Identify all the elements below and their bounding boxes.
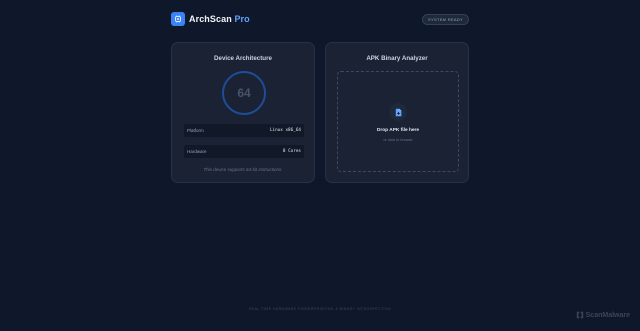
watermark-text: ScanMalware	[585, 311, 630, 319]
platform-row: Platform Linux x86_64	[184, 124, 304, 137]
platform-value: Linux x86_64	[269, 128, 301, 133]
device-architecture-card: Device Architecture 64 Platform Linux x8…	[171, 42, 315, 183]
app-title: ArchScan Pro	[189, 14, 250, 24]
brand: ArchScan Pro	[171, 12, 250, 26]
status-badge: SYSTEM READY	[422, 13, 469, 25]
app-title-suffix: Pro	[234, 14, 250, 24]
browse-link[interactable]: or click to browse	[338, 138, 458, 142]
architecture-gauge: 64	[222, 71, 266, 115]
architecture-bits: 64	[237, 86, 251, 100]
platform-label: Platform	[187, 128, 204, 133]
app-header: ArchScan Pro SYSTEM READY	[171, 11, 469, 27]
file-plus-icon	[389, 103, 407, 121]
card-title: APK Binary Analyzer	[366, 55, 428, 62]
apk-dropzone[interactable]: Drop APK file here or click to browse	[337, 71, 459, 172]
card-title: Device Architecture	[214, 55, 272, 62]
hardware-value: 8 Cores	[282, 149, 301, 154]
watermark: ScanMalware	[576, 311, 630, 319]
apk-analyzer-card: APK Binary Analyzer Drop APK file here o…	[325, 42, 469, 183]
hardware-label: Hardware	[187, 149, 207, 154]
scanmalware-logo-icon	[576, 311, 583, 319]
dropzone-title: Drop APK file here	[376, 128, 420, 133]
chip-icon	[171, 12, 185, 26]
architecture-note: This device supports 64-bit instructions…	[203, 167, 283, 172]
footer-text: REAL-TIME HARDWARE FINGERPRINTING & BINA…	[248, 307, 392, 311]
hardware-row: Hardware 8 Cores	[184, 145, 304, 158]
app-title-main: ArchScan	[189, 14, 232, 24]
